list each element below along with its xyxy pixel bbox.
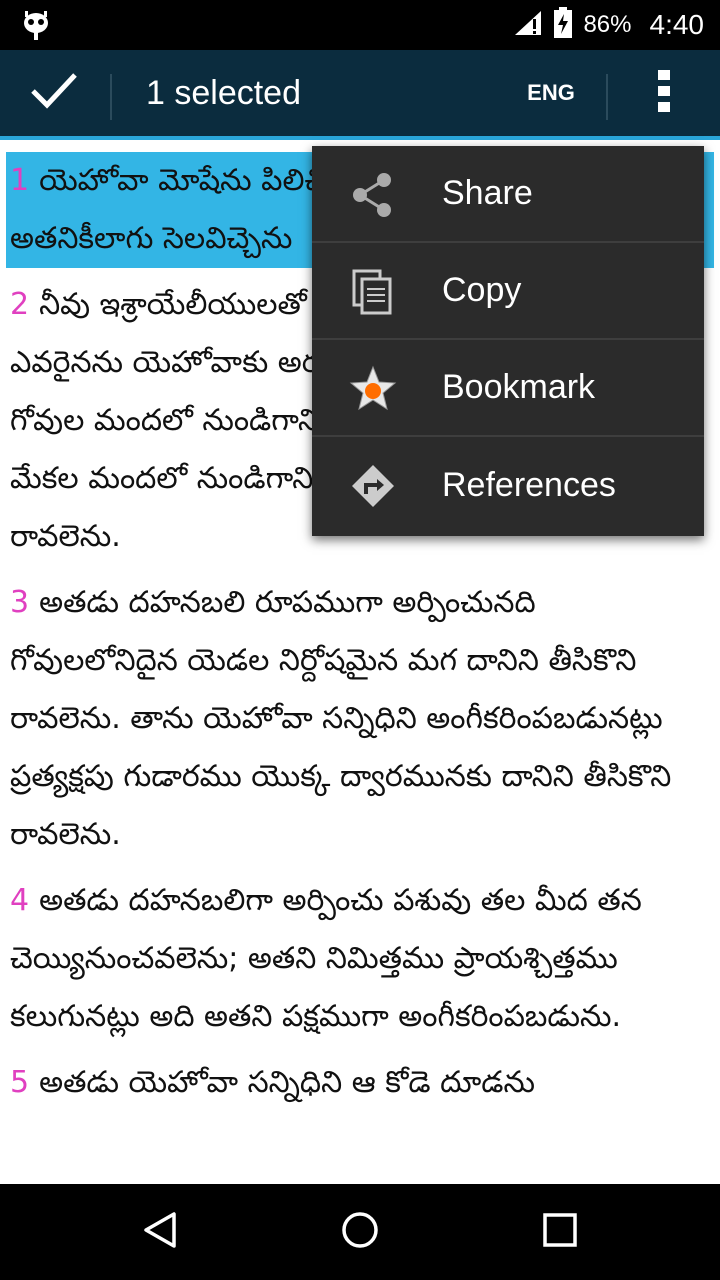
battery-percent: 86% (583, 11, 632, 38)
done-button[interactable] (0, 50, 108, 136)
action-bar-divider (606, 74, 608, 120)
signal-icon (513, 9, 543, 42)
app-notification-icon (22, 9, 50, 41)
menu-item-label: Bookmark (442, 368, 596, 406)
copy-icon (348, 267, 398, 317)
status-bar: 86% 4:40 (0, 0, 720, 50)
recents-square-icon (540, 1210, 580, 1254)
verse-text: అతడు యెహోవా సన్నిధిని ఆ కోడె దూడను (39, 1065, 535, 1100)
clock: 4:40 (649, 9, 705, 40)
menu-item-bookmark[interactable]: Bookmark (312, 340, 704, 437)
references-icon (348, 461, 398, 511)
overflow-menu-button[interactable] (626, 50, 702, 136)
menu-item-references[interactable]: References (312, 437, 704, 534)
share-icon (348, 170, 398, 220)
verse-number: 1 (10, 163, 30, 198)
checkmark-icon (29, 71, 79, 115)
battery-charging-icon (553, 6, 573, 44)
menu-item-label: Copy (442, 271, 522, 309)
selected-count-title: 1 selected (146, 73, 301, 112)
menu-item-share[interactable]: Share (312, 146, 704, 243)
menu-item-copy[interactable]: Copy (312, 243, 704, 340)
more-vert-icon (657, 69, 671, 117)
verse-text: అతడు దహనబలి రూపముగా అర్పించునది గోవులలోన… (10, 585, 672, 852)
verse-number: 3 (10, 585, 30, 620)
verse-number: 2 (10, 287, 30, 322)
verse-number: 5 (10, 1065, 30, 1100)
bookmark-star-icon (348, 364, 398, 414)
verse-item[interactable]: 4 అతడు దహనబలిగా అర్పించు పశువు తల మీద తన … (0, 872, 720, 1046)
verse-item[interactable]: 3 అతడు దహనబలి రూపముగా అర్పించునది గోవులలో… (0, 574, 720, 864)
menu-item-label: Share (442, 174, 533, 212)
home-circle-icon (340, 1210, 380, 1254)
language-button[interactable]: ENG (510, 50, 592, 136)
overflow-popup-menu: Share Copy Bookmark References (312, 146, 704, 536)
navigation-bar (0, 1184, 720, 1280)
verse-number: 4 (10, 883, 30, 918)
back-button[interactable] (120, 1200, 200, 1264)
contextual-action-bar: 1 selected ENG (0, 50, 720, 140)
recents-button[interactable] (520, 1200, 600, 1264)
verse-text: అతడు దహనబలిగా అర్పించు పశువు తల మీద తన చ… (10, 883, 642, 1034)
home-button[interactable] (320, 1200, 400, 1264)
back-triangle-icon (140, 1210, 180, 1254)
action-bar-divider (110, 74, 112, 120)
verse-item[interactable]: 5 అతడు యెహోవా సన్నిధిని ఆ కోడె దూడను (0, 1054, 720, 1112)
menu-item-label: References (442, 466, 616, 504)
